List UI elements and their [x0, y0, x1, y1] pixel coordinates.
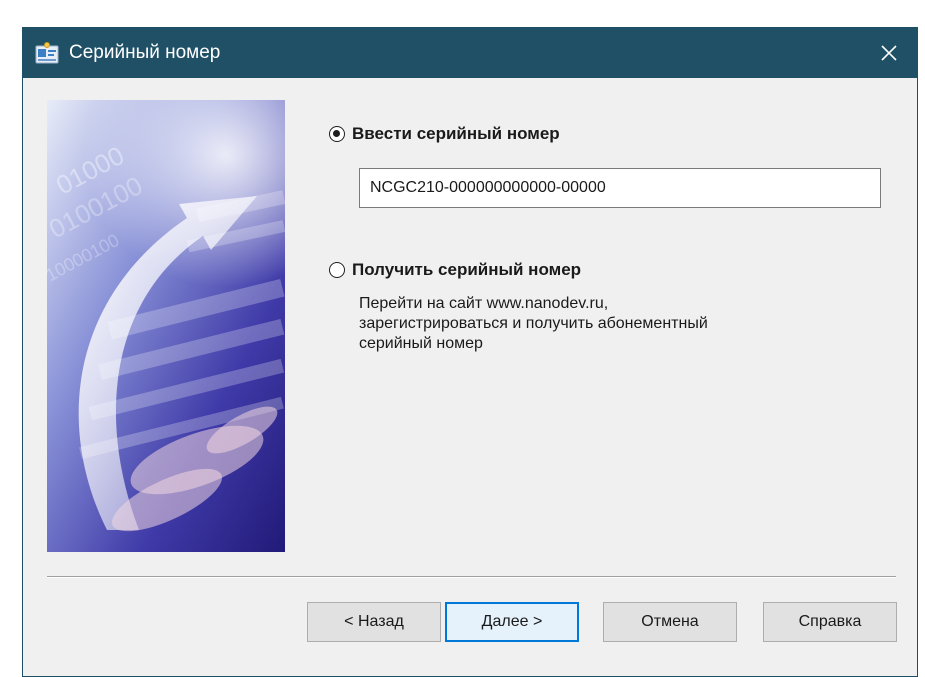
get-serial-option[interactable]: Получить серийный номер [329, 260, 581, 280]
enter-serial-label: Ввести серийный номер [352, 124, 560, 143]
title-bar: Серийный номер [23, 28, 917, 78]
close-icon [881, 45, 897, 61]
help-button[interactable]: Справка [763, 602, 897, 642]
serial-number-input[interactable] [359, 168, 881, 208]
cancel-button[interactable]: Отмена [603, 602, 737, 642]
window-title: Серийный номер [69, 42, 221, 63]
enter-serial-option[interactable]: Ввести серийный номер [329, 124, 560, 144]
next-button[interactable]: Далее > [445, 602, 579, 642]
get-serial-description: Перейти на сайт www.nanodev.ru, зарегист… [359, 294, 839, 354]
wizard-banner-image: 01000 0100100 10000100 [47, 100, 285, 552]
footer-separator [47, 576, 896, 578]
serial-number-dialog: Серийный номер 01000 0100100 10000100 Вв… [22, 27, 918, 677]
description-line-2: зарегистрироваться и получить абонементн… [359, 315, 708, 332]
get-serial-label: Получить серийный номер [352, 260, 582, 279]
description-line-3: серийный номер [359, 335, 483, 352]
enter-serial-radio[interactable] [329, 126, 345, 142]
serial-number-app-icon [35, 41, 59, 65]
back-button[interactable]: < Назад [307, 602, 441, 642]
close-button[interactable] [861, 28, 917, 78]
description-line-1: Перейти на сайт www.nanodev.ru, [359, 295, 609, 312]
get-serial-radio[interactable] [329, 262, 345, 278]
